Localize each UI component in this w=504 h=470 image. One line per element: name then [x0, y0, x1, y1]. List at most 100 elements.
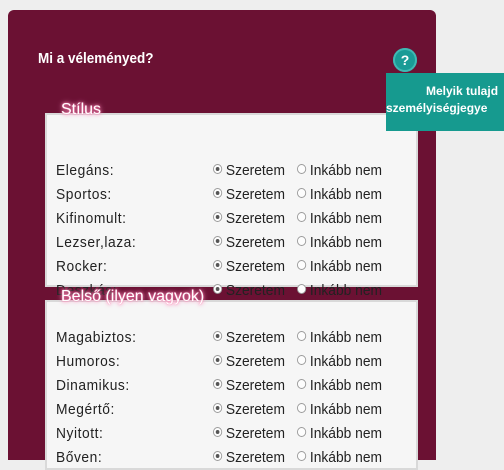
like-radio[interactable]: Szeretem	[213, 353, 285, 370]
dislike-radio[interactable]: Inkább nem	[297, 162, 382, 179]
radio-unchecked-icon[interactable]	[297, 331, 307, 342]
dislike-radio[interactable]: Inkább nem	[297, 234, 382, 251]
option-row: Nyitott: Szeretem Inkább nem	[56, 422, 416, 446]
radio-label: Szeretem	[225, 282, 285, 299]
row-label: Kifinomult:	[56, 210, 127, 227]
option-row: Humoros: Szeretem Inkább nem	[56, 350, 416, 374]
radio-unchecked-icon[interactable]	[297, 284, 307, 295]
like-radio[interactable]: Szeretem	[213, 425, 285, 442]
like-radio[interactable]: Szeretem	[213, 186, 285, 203]
option-row: Megértő: Szeretem Inkább nem	[56, 398, 416, 422]
radio-label: Szeretem	[225, 449, 285, 466]
radio-label: Inkább nem	[309, 425, 382, 442]
row-label: Elegáns:	[56, 162, 115, 179]
row-label: Rocker:	[56, 258, 108, 275]
radio-label: Szeretem	[225, 353, 285, 370]
option-row: Elegáns: Szeretem Inkább nem	[56, 159, 416, 183]
option-row: Lezser,laza: Szeretem Inkább nem	[56, 231, 416, 255]
radio-checked-icon[interactable]	[213, 331, 223, 342]
radio-label: Szeretem	[225, 377, 285, 394]
radio-label: Szeretem	[225, 162, 285, 179]
radio-checked-icon[interactable]	[213, 403, 223, 414]
dislike-radio[interactable]: Inkább nem	[297, 186, 382, 203]
radio-checked-icon[interactable]	[213, 427, 223, 438]
like-radio[interactable]: Szeretem	[213, 401, 285, 418]
radio-label: Szeretem	[225, 258, 285, 275]
dislike-radio[interactable]: Inkább nem	[297, 210, 382, 227]
dislike-radio[interactable]: Inkább nem	[297, 425, 382, 442]
help-tooltip: Melyik tulajd személyiségjegye	[386, 73, 504, 131]
radio-unchecked-icon[interactable]	[297, 164, 307, 175]
radio-label: Inkább nem	[309, 282, 382, 299]
dislike-radio[interactable]: Inkább nem	[297, 353, 382, 370]
radio-label: Inkább nem	[309, 210, 382, 227]
help-icon[interactable]: ?	[393, 48, 417, 72]
radio-checked-icon[interactable]	[213, 451, 223, 462]
row-label: Sportos:	[56, 186, 112, 203]
radio-label: Inkább nem	[309, 258, 382, 275]
option-row: Dinamikus: Szeretem Inkább nem	[56, 374, 416, 398]
like-radio[interactable]: Szeretem	[213, 449, 285, 466]
radio-checked-icon[interactable]	[213, 355, 223, 366]
dislike-radio[interactable]: Inkább nem	[297, 449, 382, 466]
radio-checked-icon[interactable]	[213, 260, 223, 271]
radio-label: Szeretem	[225, 210, 285, 227]
like-radio[interactable]: Szeretem	[213, 234, 285, 251]
radio-unchecked-icon[interactable]	[297, 451, 307, 462]
radio-label: Inkább nem	[309, 377, 382, 394]
radio-checked-icon[interactable]	[213, 236, 223, 247]
like-radio[interactable]: Szeretem	[213, 210, 285, 227]
radio-label: Inkább nem	[309, 234, 382, 251]
row-label: Lezser,laza:	[56, 234, 137, 251]
radio-label: Inkább nem	[309, 329, 382, 346]
radio-label: Szeretem	[225, 329, 285, 346]
option-row: Sportos: Szeretem Inkább nem	[56, 183, 416, 207]
radio-checked-icon[interactable]	[213, 284, 223, 295]
radio-label: Szeretem	[225, 401, 285, 418]
opinion-panel: Mi a véleményed? ? Stílus Elegáns: Szere…	[8, 10, 436, 470]
radio-checked-icon[interactable]	[213, 212, 223, 223]
panel-title: Mi a véleményed?	[38, 50, 154, 67]
radio-checked-icon[interactable]	[213, 164, 223, 175]
row-label: Nyitott:	[56, 425, 104, 442]
dislike-radio[interactable]: Inkább nem	[297, 329, 382, 346]
tooltip-line: személyiségjegye	[386, 101, 488, 115]
radio-label: Inkább nem	[309, 162, 382, 179]
radio-label: Szeretem	[225, 234, 285, 251]
radio-label: Inkább nem	[309, 401, 382, 418]
like-radio[interactable]: Szeretem	[213, 329, 285, 346]
radio-label: Szeretem	[225, 425, 285, 442]
option-row: Kifinomult: Szeretem Inkább nem	[56, 207, 416, 231]
like-radio[interactable]: Szeretem	[213, 162, 285, 179]
radio-unchecked-icon[interactable]	[297, 188, 307, 199]
option-row: Magabiztos: Szeretem Inkább nem	[56, 326, 416, 350]
radio-unchecked-icon[interactable]	[297, 427, 307, 438]
group-legend: Stílus	[61, 101, 102, 118]
like-radio[interactable]: Szeretem	[213, 282, 285, 299]
radio-unchecked-icon[interactable]	[297, 260, 307, 271]
radio-label: Szeretem	[225, 186, 285, 203]
dislike-radio[interactable]: Inkább nem	[297, 401, 382, 418]
radio-unchecked-icon[interactable]	[297, 212, 307, 223]
row-label: Dinamikus:	[56, 377, 130, 394]
radio-checked-icon[interactable]	[213, 379, 223, 390]
radio-checked-icon[interactable]	[213, 188, 223, 199]
option-row: Bőven: Szeretem Inkább nem	[56, 446, 416, 470]
group-legend: Belső (ilyen vagyok)	[61, 288, 205, 305]
like-radio[interactable]: Szeretem	[213, 258, 285, 275]
style-group: Stílus Elegáns: Szeretem Inkább nem Spor…	[45, 101, 418, 299]
dislike-radio[interactable]: Inkább nem	[297, 282, 382, 299]
radio-label: Inkább nem	[309, 353, 382, 370]
row-label: Megértő:	[56, 401, 115, 418]
option-row: Rocker: Szeretem Inkább nem	[56, 255, 416, 279]
dislike-radio[interactable]: Inkább nem	[297, 377, 382, 394]
radio-unchecked-icon[interactable]	[297, 236, 307, 247]
row-label: Magabiztos:	[56, 329, 137, 346]
radio-unchecked-icon[interactable]	[297, 403, 307, 414]
radio-unchecked-icon[interactable]	[297, 355, 307, 366]
radio-label: Inkább nem	[309, 186, 382, 203]
radio-unchecked-icon[interactable]	[297, 379, 307, 390]
dislike-radio[interactable]: Inkább nem	[297, 258, 382, 275]
radio-label: Inkább nem	[309, 449, 382, 466]
like-radio[interactable]: Szeretem	[213, 377, 285, 394]
